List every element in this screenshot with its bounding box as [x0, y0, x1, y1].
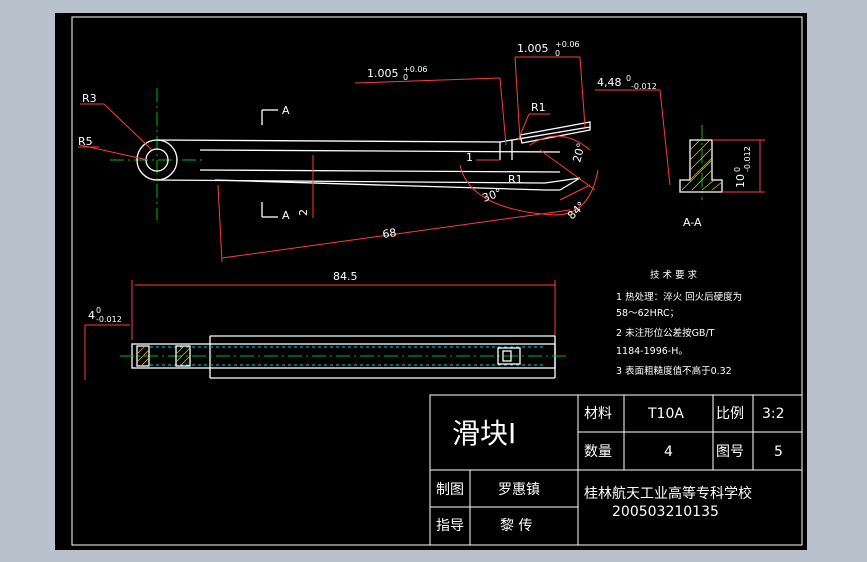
material-value: T10A [647, 406, 684, 422]
label-r3: R3 [82, 92, 97, 105]
label-two: 2 [297, 209, 310, 216]
tol-right-sub: 0 [555, 49, 560, 58]
label-r1-bottom: R1 [508, 173, 523, 186]
section-a-bottom: A [282, 209, 290, 222]
label-845: 84.5 [333, 270, 358, 283]
part-name: 滑块Ⅰ [452, 417, 516, 450]
drawing-number-value: 5 [774, 444, 783, 460]
label-four-sub: -0.012 [96, 315, 122, 324]
section-dim-10: 10 [734, 174, 747, 188]
quantity-label: 数量 [584, 444, 612, 460]
tech-notes-title: 技 术 要 求 [650, 269, 698, 281]
supervisor-label: 指导 [436, 518, 464, 534]
label-one: 1 [466, 151, 473, 164]
label-r5: R5 [78, 135, 93, 148]
quantity-value: 4 [664, 444, 673, 460]
tech-note-line-3: 2 未注形位公差按GB/T [616, 327, 715, 339]
student-id: 200503210135 [612, 504, 719, 520]
drawing-number-label: 图号 [716, 444, 744, 460]
school-name: 桂林航天工业高等专科学校 [584, 485, 752, 502]
section-a-top: A [282, 104, 290, 117]
drawn-by-value: 罗惠镇 [498, 482, 540, 498]
tech-note-line-4: 1184-1996-H。 [616, 346, 688, 357]
label-four: 4 [88, 309, 95, 322]
label-four-sup: 0 [96, 306, 101, 315]
section-dim-10-sub: -0.012 [743, 146, 752, 172]
tol-right-sup: +0.06 [555, 40, 580, 49]
dim-448-sub: -0.012 [631, 82, 657, 91]
drawing-svg: R3 R5 A A 2 68 1.005 +0.06 0 1.005 +0.06… [55, 13, 807, 550]
section-label: A-A [683, 216, 702, 229]
scale-label: 比例 [716, 406, 744, 422]
sheet-background [55, 13, 807, 550]
tech-note-line-5: 3 表面粗糙度值不高于0.32 [616, 365, 732, 377]
drawn-by-label: 制图 [436, 482, 464, 498]
cad-drawing-sheet: R3 R5 A A 2 68 1.005 +0.06 0 1.005 +0.06… [0, 0, 867, 562]
dim-448-value: 4,48 [597, 76, 622, 89]
material-label: 材料 [584, 406, 612, 422]
tech-note-line-1: 1 热处理：淬火 回火后硬度为 [616, 291, 742, 303]
section-dim-10-sup: 0 [733, 167, 742, 172]
scale-value: 3:2 [762, 406, 785, 422]
label-r1-top: R1 [531, 101, 546, 114]
tol-right-value: 1.005 [517, 42, 549, 55]
tech-note-line-2: 58～62HRC； [616, 308, 679, 319]
label-68: 68 [382, 226, 398, 241]
tol-left-sub: 0 [403, 73, 408, 82]
supervisor-value: 黎 传 [500, 518, 532, 534]
tol-left-value: 1.005 [367, 67, 399, 80]
